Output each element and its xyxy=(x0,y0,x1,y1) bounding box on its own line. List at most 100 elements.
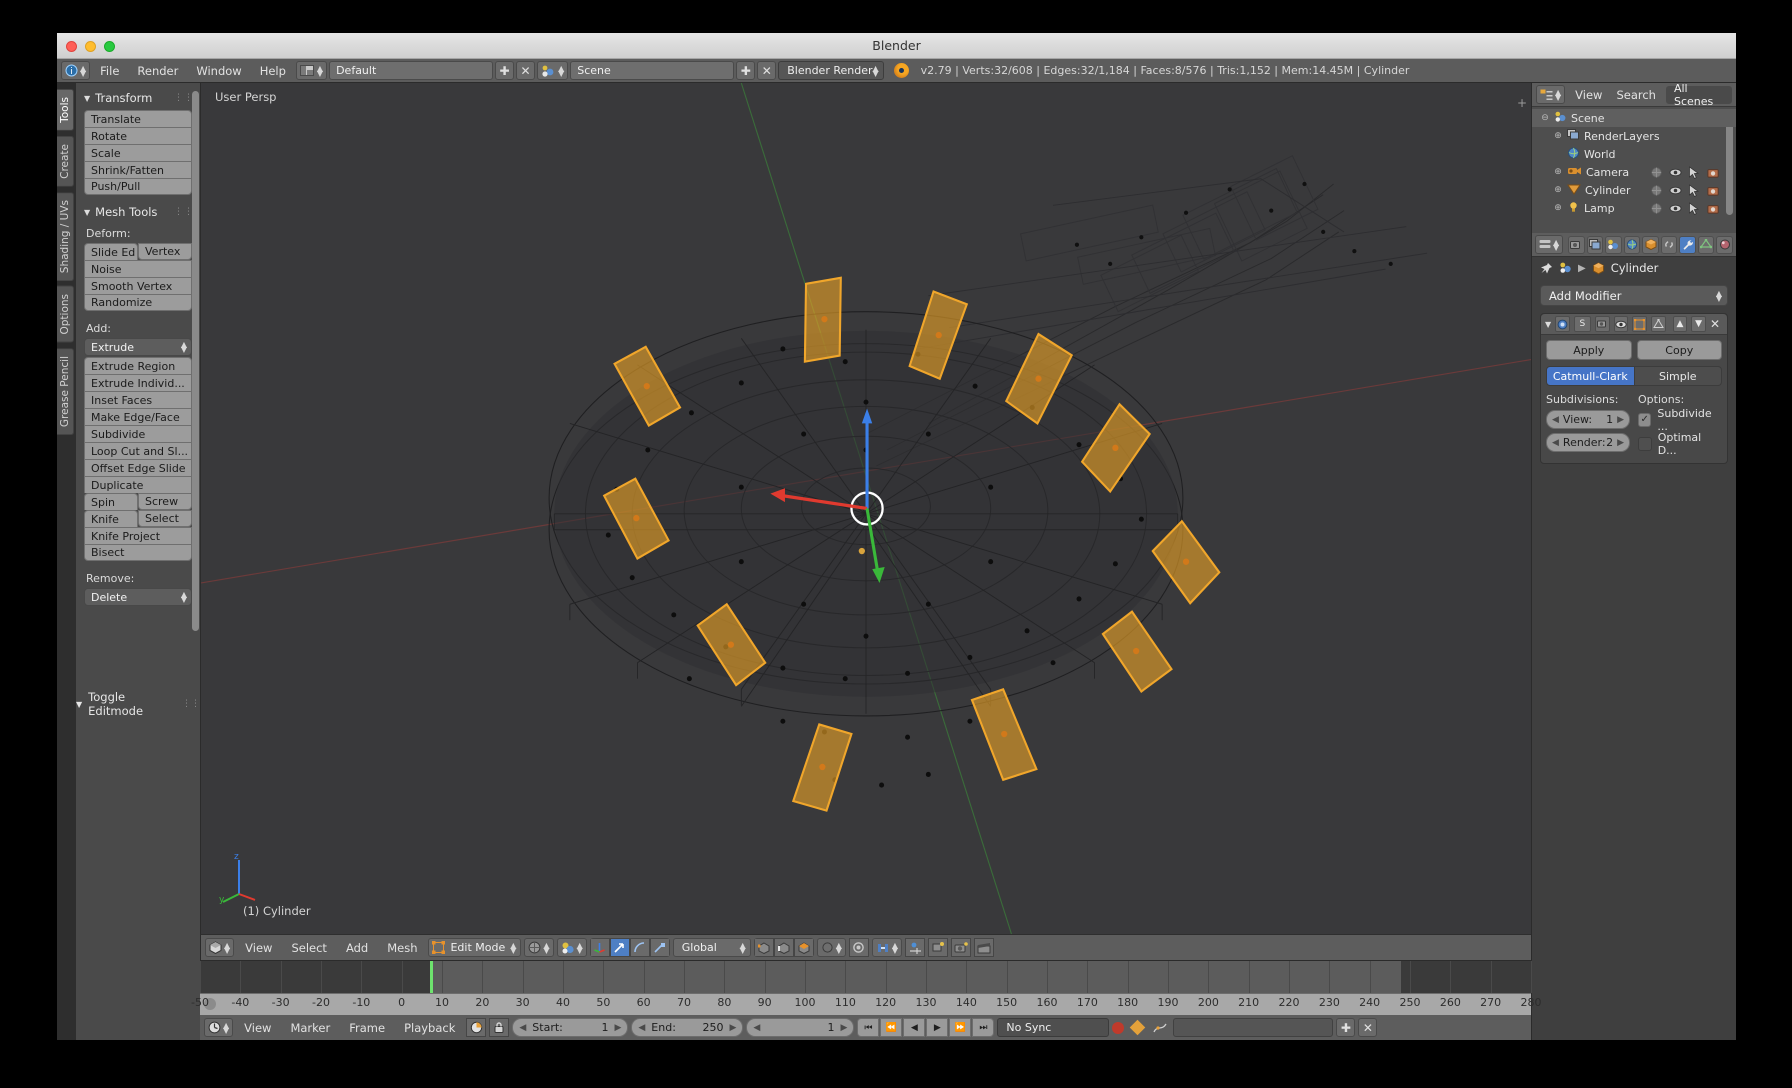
pin-icon[interactable] xyxy=(1540,262,1553,275)
editor-type-selector-info[interactable]: i ▲ ▼ xyxy=(61,61,91,80)
subdivide-uvs-row[interactable]: ✓ Subdivide ... xyxy=(1638,407,1722,433)
menu-help[interactable]: Help xyxy=(252,62,294,80)
renderability-camera-icon[interactable] xyxy=(1707,166,1720,179)
menu-render[interactable]: Render xyxy=(129,62,186,80)
viewport-visibility-toggle[interactable] xyxy=(1613,316,1629,332)
add-screen-layout-button[interactable]: ✚ xyxy=(495,61,515,80)
screw-button[interactable]: Screw xyxy=(138,493,192,510)
viewport-menu-mesh[interactable]: Mesh xyxy=(379,939,425,957)
optimal-display-checkbox[interactable] xyxy=(1638,436,1652,451)
use-audio-scrub-toggle[interactable] xyxy=(466,1018,487,1037)
move-modifier-down-button[interactable]: ▼ xyxy=(1691,316,1706,332)
snap-toggle[interactable]: ▲ ▼ xyxy=(871,938,903,957)
outliner-row-lamp[interactable]: ⊕ Lamp xyxy=(1532,199,1736,217)
outliner-menu-search[interactable]: Search xyxy=(1612,86,1660,104)
minimize-window-button[interactable] xyxy=(85,41,96,52)
visibility-eye-icon[interactable] xyxy=(1669,166,1682,179)
render-subdivisions-field[interactable]: ◀ Render: 2 ▶ xyxy=(1546,433,1630,452)
close-window-button[interactable] xyxy=(66,41,77,52)
subdivide-button[interactable]: Subdivide xyxy=(84,425,192,442)
viewport-shading-selector[interactable]: ▲ ▼ xyxy=(524,938,554,957)
tab-grease-pencil[interactable]: Grease Pencil xyxy=(57,347,74,435)
tab-object[interactable] xyxy=(1642,235,1659,254)
edge-select-mode-toggle[interactable] xyxy=(773,938,794,957)
visibility-eye-icon[interactable] xyxy=(1669,184,1682,197)
subdivide-uvs-checkbox[interactable]: ✓ xyxy=(1638,412,1652,427)
menu-file[interactable]: File xyxy=(92,62,127,80)
manipulator-enable-toggle[interactable] xyxy=(589,938,610,957)
outliner-row-world[interactable]: World xyxy=(1532,145,1736,163)
selectability-cursor-icon[interactable] xyxy=(1688,201,1701,215)
jump-to-prev-keyframe-button[interactable]: ⏪ xyxy=(880,1018,903,1037)
bisect-button[interactable]: Bisect xyxy=(84,544,192,561)
vertex-select-mode-toggle[interactable] xyxy=(753,938,774,957)
proportional-edit-toggle[interactable] xyxy=(848,938,869,957)
make-edge-face-button[interactable]: Make Edge/Face xyxy=(84,408,192,425)
manipulator-translate-toggle[interactable] xyxy=(609,938,630,957)
tab-constraints[interactable] xyxy=(1660,235,1678,254)
snap-target-toggle[interactable] xyxy=(905,938,926,957)
3d-viewport[interactable]: User Persp + z y (1) Cylinder xyxy=(200,83,1531,934)
outliner-row-renderlayers[interactable]: ⊕ RenderLayers xyxy=(1532,127,1736,145)
optimal-display-row[interactable]: Optimal D... xyxy=(1638,431,1722,457)
duplicate-button[interactable]: Duplicate xyxy=(84,476,192,493)
knife-project-button[interactable]: Knife Project xyxy=(84,527,192,544)
interaction-mode-selector[interactable]: Edit Mode ▲ ▼ xyxy=(428,938,522,957)
jump-to-next-keyframe-button[interactable]: ⏩ xyxy=(949,1018,972,1037)
timeline-menu-playback[interactable]: Playback xyxy=(396,1019,463,1037)
outliner-menu-view[interactable]: View xyxy=(1571,86,1606,104)
tab-render-layers[interactable] xyxy=(1586,235,1604,254)
chevron-right-icon[interactable]: ▶ xyxy=(614,1023,621,1033)
remove-keying-set-button[interactable]: ✕ xyxy=(1358,1018,1378,1037)
face-select-mode-toggle[interactable] xyxy=(793,938,814,957)
spin-button[interactable]: Spin xyxy=(84,493,138,510)
chevron-left-icon[interactable]: ◀ xyxy=(753,1023,760,1033)
extrude-dropdown[interactable]: Extrude ▲ ▼ xyxy=(84,338,192,356)
timeline-menu-view[interactable]: View xyxy=(236,1019,279,1037)
visibility-eye-icon[interactable] xyxy=(1669,202,1682,215)
panel-header-transform[interactable]: ▼ Transform ⋮⋮ xyxy=(82,89,194,110)
outliner-row-scene[interactable]: ⊖ Scene xyxy=(1532,109,1736,127)
timeline-menu-frame[interactable]: Frame xyxy=(341,1019,393,1037)
timeline-editor[interactable]: -50 -40 -30 -20 -10 0 10 20 30 40 50 60 70 80 90 100 110… xyxy=(191,960,1542,1015)
extrude-individual-button[interactable]: Extrude Individ... xyxy=(84,374,192,391)
copy-modifier-button[interactable]: Copy xyxy=(1636,340,1722,360)
outliner-row-cylinder[interactable]: ⊕ Cylinder xyxy=(1532,181,1736,199)
end-frame-field[interactable]: ◀ End: 250 ▶ xyxy=(631,1018,744,1037)
add-modifier-button[interactable]: Add Modifier ▲ ▼ xyxy=(1540,285,1728,306)
manipulator-scale-toggle[interactable] xyxy=(649,938,670,957)
chevron-right-icon[interactable]: ▶ xyxy=(1617,438,1624,448)
triangle-down-icon[interactable]: ▼ xyxy=(1545,320,1551,329)
view-subdivisions-field[interactable]: ◀ View: 1 ▶ xyxy=(1546,410,1630,429)
sync-mode-selector[interactable]: No Sync xyxy=(997,1018,1110,1037)
translate-button[interactable]: Translate xyxy=(84,110,192,127)
editor-type-selector-properties[interactable]: ▲ ▼ xyxy=(1535,235,1564,254)
outliner-row-camera[interactable]: ⊕ Camera xyxy=(1532,163,1736,181)
keying-set-type-icon[interactable] xyxy=(1127,1018,1147,1037)
tab-render[interactable] xyxy=(1568,235,1585,254)
manipulator-rotate-toggle[interactable] xyxy=(629,938,650,957)
noise-button[interactable]: Noise xyxy=(84,260,192,277)
delete-modifier-button[interactable]: ✕ xyxy=(1710,317,1720,331)
renderability-camera-icon[interactable] xyxy=(1707,202,1720,215)
tab-create[interactable]: Create xyxy=(57,135,74,187)
tool-shelf-scrollbar[interactable] xyxy=(192,91,199,631)
catmull-clark-option[interactable]: Catmull-Clark xyxy=(1546,366,1635,386)
editor-type-selector-timeline[interactable]: ▲ ▼ xyxy=(204,1018,234,1037)
tab-shading-uvs[interactable]: Shading / UVs xyxy=(57,191,74,281)
occlude-geometry-selector[interactable]: ▲ ▼ xyxy=(816,938,846,957)
panel-header-mesh-tools[interactable]: ▼ Mesh Tools ⋮⋮ xyxy=(82,203,194,224)
add-scene-button[interactable]: ✚ xyxy=(736,61,756,80)
viewport-menu-view[interactable]: View xyxy=(237,939,280,957)
tab-tools[interactable]: Tools xyxy=(57,89,74,131)
current-frame-field[interactable]: ◀ 1 ▶ xyxy=(746,1018,855,1037)
outliner-expander-icon[interactable]: ⊖ xyxy=(1540,113,1550,123)
editor-type-selector-outliner[interactable]: ▲ ▼ xyxy=(1536,85,1566,104)
screen-layout-name[interactable]: Default xyxy=(329,61,494,80)
chevron-left-icon[interactable]: ◀ xyxy=(1552,415,1559,425)
knife-select-button[interactable]: Select xyxy=(138,510,192,527)
chevron-right-icon[interactable]: ▶ xyxy=(1617,415,1624,425)
tab-object-data[interactable] xyxy=(1697,235,1715,254)
play-reverse-button[interactable]: ◀ xyxy=(903,1018,926,1037)
outliner-expander-icon[interactable]: ⊕ xyxy=(1553,185,1563,195)
